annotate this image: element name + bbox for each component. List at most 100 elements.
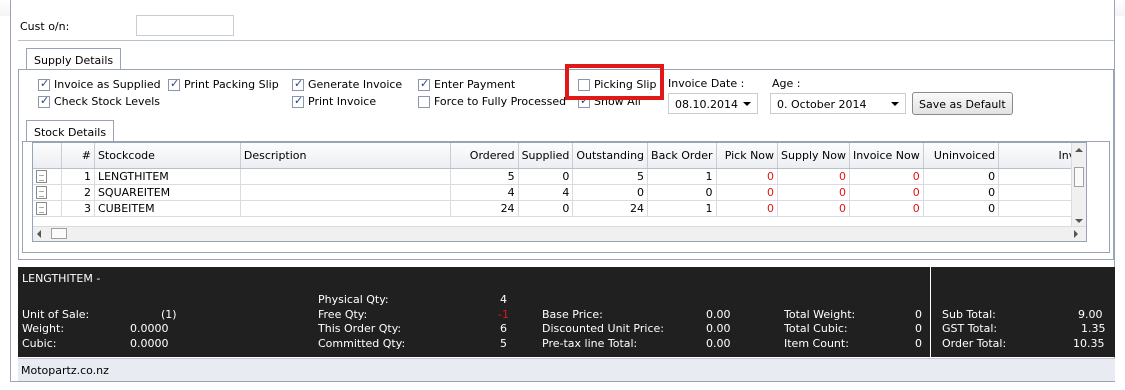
- checkbox-box[interactable]: [418, 77, 430, 91]
- scroll-up-icon[interactable]: [1075, 148, 1083, 152]
- force-fully-processed-checkbox[interactable]: Force to Fully Processed: [418, 95, 566, 108]
- supplied-cell[interactable]: 4: [518, 184, 574, 201]
- column-header[interactable]: Invoice Now: [849, 143, 924, 169]
- ordered-cell[interactable]: 24: [450, 200, 519, 217]
- outstanding-cell[interactable]: 5: [572, 168, 649, 185]
- total-weight-label: Total Weight:: [784, 308, 856, 321]
- scroll-down-icon[interactable]: [1075, 219, 1083, 223]
- supplied-cell[interactable]: 0: [518, 200, 574, 217]
- table-row[interactable]: 3 CUBEITEM 24 0 24 1 0 0 0 0: [33, 200, 1086, 217]
- scroll-right-icon[interactable]: [1074, 230, 1078, 238]
- scroll-thumb[interactable]: [51, 228, 67, 239]
- supply-now-cell[interactable]: 0: [777, 184, 850, 201]
- column-header[interactable]: Ordered: [450, 143, 519, 169]
- document-icon[interactable]: [36, 185, 47, 199]
- row-number: 2: [61, 184, 95, 201]
- invoice-date-picker[interactable]: 08.10.2014: [668, 93, 758, 114]
- uninvoiced-cell[interactable]: 0: [923, 200, 1000, 217]
- invoice-as-supplied-checkbox[interactable]: Invoice as Supplied: [38, 77, 161, 91]
- supply-now-cell[interactable]: 0: [777, 200, 850, 217]
- checkbox-box[interactable]: [38, 77, 50, 91]
- back-order-cell[interactable]: 1: [647, 168, 717, 185]
- column-header[interactable]: #: [61, 143, 95, 169]
- back-order-cell[interactable]: 0: [647, 184, 717, 201]
- stockcode-cell[interactable]: LENGTHITEM: [94, 168, 241, 185]
- outstanding-cell[interactable]: 0: [572, 184, 649, 201]
- cust-order-row: Cust o/n:: [20, 15, 1105, 37]
- column-header[interactable]: Back Order: [647, 143, 717, 169]
- gst-total-value: 1.35: [1081, 322, 1106, 335]
- column-header[interactable]: Supplied: [518, 143, 574, 169]
- print-packing-slip-checkbox[interactable]: Print Packing Slip: [168, 77, 279, 91]
- table-row[interactable]: 1 LENGTHITEM 5 0 5 1 0 0 0 0: [33, 168, 1086, 185]
- total-cubic-value: 0: [915, 322, 922, 335]
- row-doc-cell[interactable]: [33, 200, 63, 217]
- enter-payment-checkbox[interactable]: Enter Payment: [418, 77, 515, 91]
- pick-now-cell[interactable]: 0: [716, 200, 779, 217]
- row-number: 1: [61, 168, 95, 185]
- generate-invoice-checkbox[interactable]: Generate Invoice: [292, 77, 402, 91]
- supply-now-cell[interactable]: 0: [777, 168, 850, 185]
- tab-supply-details[interactable]: Supply Details: [26, 48, 122, 70]
- row-number: 3: [61, 200, 95, 217]
- description-cell[interactable]: [240, 200, 452, 217]
- invoice-now-cell[interactable]: 0: [849, 200, 924, 217]
- uninvoiced-cell[interactable]: 0: [923, 184, 1000, 201]
- column-header[interactable]: Uninvoiced: [923, 143, 1000, 169]
- tab-stock-details[interactable]: Stock Details: [26, 120, 115, 142]
- scroll-left-icon[interactable]: [37, 230, 41, 238]
- committed-qty-label: Committed Qty:: [318, 337, 406, 350]
- invoice-now-cell[interactable]: 0: [849, 184, 924, 201]
- checkbox-box[interactable]: [292, 94, 304, 108]
- column-header[interactable]: Outstanding: [572, 143, 649, 169]
- column-header[interactable]: Description: [240, 143, 452, 169]
- document-icon[interactable]: [36, 201, 47, 215]
- checkbox-box[interactable]: [418, 95, 430, 108]
- description-cell[interactable]: [240, 168, 452, 185]
- back-order-cell[interactable]: 1: [647, 200, 717, 217]
- weight-value: 0.0000: [130, 322, 169, 335]
- item-count-label: Item Count:: [784, 337, 849, 350]
- checkbox-box[interactable]: [38, 94, 50, 108]
- supplied-cell[interactable]: 0: [518, 168, 574, 185]
- stockcode-cell[interactable]: CUBEITEM: [94, 200, 241, 217]
- ordered-cell[interactable]: 5: [450, 168, 519, 185]
- unit-of-sale-value: (1): [161, 308, 177, 321]
- checkbox-label: Invoice as Supplied: [54, 78, 161, 91]
- age-dropdown[interactable]: 0. October 2014: [770, 93, 906, 114]
- save-as-default-button[interactable]: Save as Default: [912, 92, 1013, 115]
- order-total-value: 10.35: [1073, 337, 1105, 350]
- column-header[interactable]: Stockcode: [94, 143, 241, 169]
- description-cell[interactable]: [240, 184, 452, 201]
- checkbox-box[interactable]: [292, 77, 304, 91]
- invoice-now-cell[interactable]: 0: [849, 168, 924, 185]
- cubic-value: 0.0000: [130, 337, 169, 350]
- horizontal-scrollbar[interactable]: [33, 226, 1086, 241]
- invoice-date-label: Invoice Date :: [668, 77, 745, 90]
- summary-item-name: LENGTHITEM -: [22, 272, 101, 285]
- row-doc-cell[interactable]: [33, 168, 63, 185]
- chevron-down-icon[interactable]: [891, 102, 899, 106]
- pick-now-cell[interactable]: 0: [716, 184, 779, 201]
- column-header[interactable]: Pick Now: [716, 143, 779, 169]
- checkbox-box[interactable]: [168, 77, 180, 91]
- table-row[interactable]: 2 SQUAREITEM 4 4 0 0 0 0 0 0: [33, 184, 1086, 201]
- chevron-down-icon[interactable]: [743, 102, 751, 106]
- print-invoice-checkbox[interactable]: Print Invoice: [292, 94, 376, 108]
- vertical-scrollbar[interactable]: [1071, 143, 1086, 228]
- outstanding-cell[interactable]: 24: [572, 200, 649, 217]
- document-icon[interactable]: [36, 169, 47, 183]
- checkbox-label: Print Packing Slip: [184, 78, 279, 91]
- checkbox-label: Force to Fully Processed: [434, 95, 567, 108]
- uninvoiced-cell[interactable]: 0: [923, 168, 1000, 185]
- row-doc-cell[interactable]: [33, 184, 63, 201]
- check-stock-levels-checkbox[interactable]: Check Stock Levels: [38, 94, 160, 108]
- column-header[interactable]: Supply Now: [777, 143, 850, 169]
- ordered-cell[interactable]: 4: [450, 184, 519, 201]
- scroll-thumb[interactable]: [1074, 167, 1084, 187]
- stockcode-cell[interactable]: SQUAREITEM: [94, 184, 241, 201]
- status-bar: Motopartz.co.nz: [18, 358, 1115, 381]
- cust-order-input[interactable]: [136, 15, 234, 36]
- pick-now-cell[interactable]: 0: [716, 168, 779, 185]
- discounted-price-label: Discounted Unit Price:: [542, 322, 664, 335]
